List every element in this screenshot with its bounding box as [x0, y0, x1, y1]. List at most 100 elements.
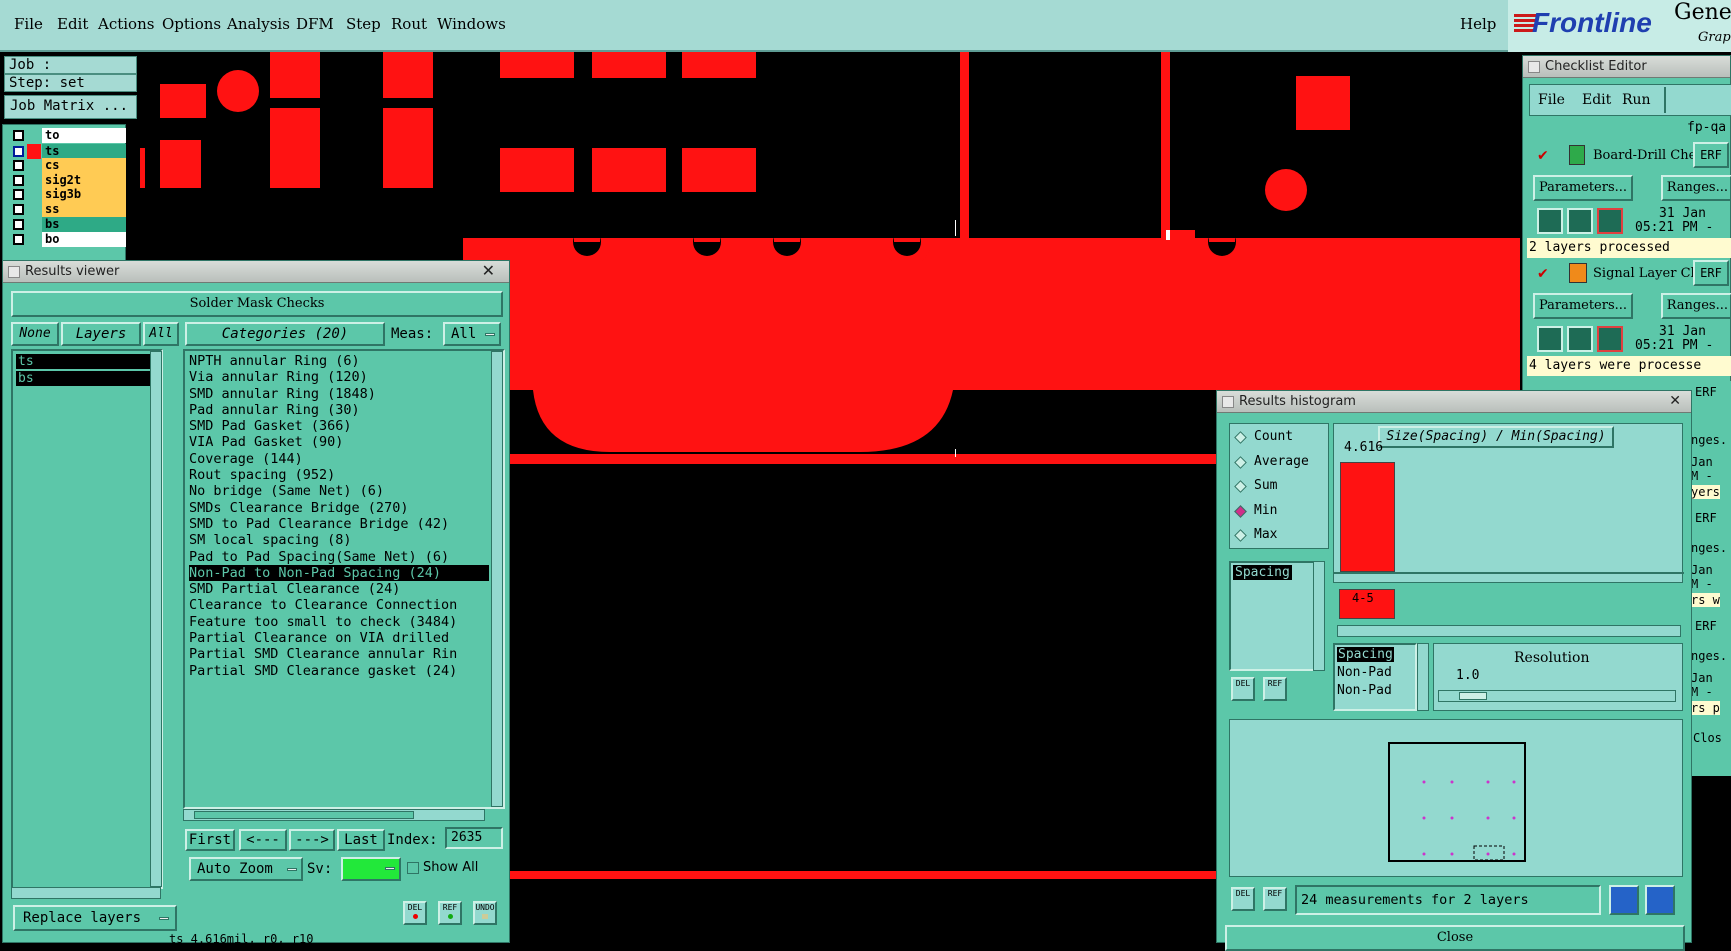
- result-layer-item[interactable]: ts: [16, 354, 150, 369]
- radio-option-count[interactable]: Count: [1234, 428, 1326, 448]
- result-layer-item[interactable]: bs: [16, 371, 150, 386]
- parameters-button[interactable]: Parameters...: [1533, 175, 1633, 201]
- checklist-menu-file[interactable]: File: [1538, 92, 1565, 108]
- category-item[interactable]: Rout spacing (952): [189, 467, 489, 483]
- layer-row[interactable]: to: [9, 128, 127, 143]
- layer-row[interactable]: ss: [9, 202, 127, 217]
- menu-options[interactable]: Options: [162, 15, 221, 33]
- measure-item[interactable]: Spacing: [1233, 565, 1292, 580]
- erf-button[interactable]: ERF: [1693, 260, 1729, 286]
- checkbox[interactable]: [13, 146, 24, 157]
- category-item[interactable]: No bridge (Same Net) (6): [189, 483, 489, 499]
- layer-list[interactable]: to ts cs sig2t sig3b ss bs bo: [2, 124, 126, 264]
- ref-button[interactable]: REF: [1263, 887, 1287, 911]
- layer-row[interactable]: sig3b: [9, 187, 127, 202]
- results-viewer-titlebar[interactable]: Results viewer ✕: [3, 261, 509, 283]
- run-icon[interactable]: [1537, 208, 1563, 234]
- menu-dfm[interactable]: DFM: [296, 15, 334, 33]
- undo-button[interactable]: UNDO: [473, 901, 497, 925]
- layer-row[interactable]: cs: [9, 158, 127, 173]
- category-item[interactable]: SMD Partial Clearance (24): [189, 581, 489, 597]
- run-icon[interactable]: [1597, 208, 1623, 234]
- checkbox[interactable]: [13, 234, 24, 245]
- radio-option-sum[interactable]: Sum: [1234, 477, 1326, 497]
- ref-button[interactable]: REF: [1263, 677, 1287, 701]
- horizontal-scrollbar[interactable]: [11, 887, 161, 899]
- layer-row[interactable]: bs: [9, 217, 127, 232]
- del-button[interactable]: DEL: [1231, 677, 1255, 701]
- checkbox[interactable]: [13, 189, 24, 200]
- category-item[interactable]: Pad to Pad Spacing(Same Net) (6): [189, 549, 489, 565]
- horizontal-scrollbar[interactable]: [1337, 625, 1681, 637]
- layer-row[interactable]: ts: [9, 144, 127, 159]
- resolution-slider[interactable]: [1438, 690, 1676, 702]
- close-icon[interactable]: ✕: [482, 260, 495, 282]
- all-button[interactable]: All: [143, 322, 179, 346]
- layer-row[interactable]: bo: [9, 232, 127, 247]
- check-item-name[interactable]: Board-Drill Che: [1593, 148, 1696, 163]
- radio-option-min[interactable]: Min: [1234, 502, 1326, 522]
- run-icon[interactable]: [1597, 326, 1623, 352]
- checkbox[interactable]: [13, 175, 24, 186]
- category-item[interactable]: VIA Pad Gasket (90): [189, 434, 489, 450]
- first-button[interactable]: First: [185, 829, 235, 851]
- menu-rout[interactable]: Rout: [391, 15, 427, 33]
- layers-button[interactable]: Layers: [61, 322, 141, 346]
- category-item[interactable]: Pad annular Ring (30): [189, 402, 489, 418]
- radio-option-average[interactable]: Average: [1234, 453, 1326, 473]
- checkbox[interactable]: [13, 130, 24, 141]
- measure-list[interactable]: Spacing: [1229, 561, 1325, 671]
- categories-list[interactable]: NPTH annular Ring (6) Via annular Ring (1…: [183, 349, 505, 809]
- layer-row[interactable]: sig2t: [9, 173, 127, 188]
- show-all-checkbox[interactable]: [407, 862, 419, 874]
- none-button[interactable]: None: [11, 322, 59, 346]
- next-button[interactable]: --->: [289, 829, 335, 851]
- erf-button[interactable]: ERF: [1693, 142, 1729, 168]
- horizontal-scrollbar[interactable]: [183, 809, 485, 821]
- category-item[interactable]: SMD annular Ring (1848): [189, 386, 489, 402]
- meas-select[interactable]: All: [443, 322, 501, 346]
- menu-step[interactable]: Step: [346, 15, 381, 33]
- zoom-select[interactable]: Auto Zoom: [189, 857, 303, 881]
- vertical-scrollbar[interactable]: [491, 351, 503, 807]
- sv-color-select[interactable]: [341, 857, 401, 881]
- checkbox[interactable]: [13, 204, 24, 215]
- close-button[interactable]: Close: [1225, 925, 1685, 951]
- histogram-bar[interactable]: [1340, 462, 1395, 572]
- category-item[interactable]: SMDs Clearance Bridge (270): [189, 500, 489, 516]
- category-item[interactable]: NPTH annular Ring (6): [189, 353, 489, 369]
- close-icon[interactable]: ✕: [1669, 390, 1681, 412]
- prev-button[interactable]: <---: [239, 829, 287, 851]
- ranges-button[interactable]: Ranges...: [1661, 175, 1731, 201]
- checkbox[interactable]: [13, 160, 24, 171]
- category-item[interactable]: Non-Pad to Non-Pad Spacing (24): [189, 564, 489, 582]
- checklist-menu-edit[interactable]: Edit: [1582, 92, 1611, 108]
- job-matrix-button[interactable]: Job Matrix ...: [4, 95, 137, 119]
- checklist-menu-run[interactable]: Run: [1622, 92, 1651, 108]
- category-item[interactable]: Clearance to Clearance Connection: [189, 597, 489, 613]
- zoom-in-icon[interactable]: [1609, 885, 1639, 915]
- histogram-chart[interactable]: Size(Spacing) / Min(Spacing) 4.616: [1333, 423, 1684, 583]
- histogram-titlebar[interactable]: Results histogram ✕: [1217, 391, 1691, 413]
- run-icon[interactable]: [1567, 326, 1593, 352]
- check-item-name[interactable]: Signal Layer Ch: [1593, 266, 1699, 281]
- ref-button[interactable]: REF: [438, 901, 462, 925]
- menu-file[interactable]: File: [14, 15, 43, 33]
- run-icon[interactable]: [1567, 208, 1593, 234]
- ranges-button[interactable]: Ranges...: [1661, 293, 1731, 319]
- category-item[interactable]: Feature too small to check (3484): [189, 614, 489, 630]
- category-item[interactable]: SMD Pad Gasket (366): [189, 418, 489, 434]
- result-layer-list[interactable]: ts bs: [11, 349, 163, 889]
- menu-edit[interactable]: Edit: [57, 15, 88, 33]
- checklist-titlebar[interactable]: Checklist Editor: [1523, 56, 1730, 78]
- last-button[interactable]: Last: [337, 829, 385, 851]
- checkbox[interactable]: [13, 219, 24, 230]
- radio-option-max[interactable]: Max: [1234, 526, 1326, 546]
- category-item[interactable]: Coverage (144): [189, 451, 489, 467]
- index-input[interactable]: 2635: [445, 827, 503, 849]
- vertical-scrollbar[interactable]: [150, 351, 162, 887]
- run-icon[interactable]: [1537, 326, 1563, 352]
- menu-help[interactable]: Help: [1460, 15, 1496, 33]
- vertical-scrollbar[interactable]: [1417, 643, 1429, 711]
- del-button[interactable]: DEL: [1231, 887, 1255, 911]
